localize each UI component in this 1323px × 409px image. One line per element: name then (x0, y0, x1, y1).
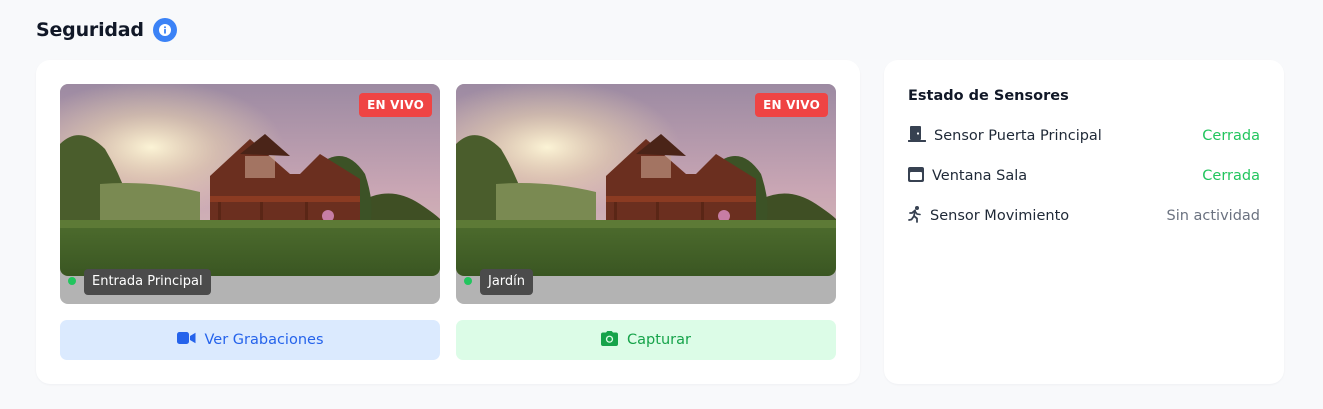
sensor-item-motion: Sensor Movimiento Sin actividad (908, 205, 1260, 227)
sensor-name: Sensor Movimiento (930, 208, 1070, 224)
capture-button[interactable]: Capturar (456, 320, 836, 360)
sensor-status: Cerrada (1202, 168, 1260, 184)
page-title: Seguridad (36, 19, 144, 41)
sensor-status: Sin actividad (1166, 208, 1260, 224)
camera-feed-entrada[interactable]: EN VIVO Entrada Principal (60, 84, 440, 304)
sensor-item-door: Sensor Puerta Principal Cerrada (908, 126, 1260, 146)
sensor-name: Ventana Sala (932, 168, 1028, 184)
camera-icon (601, 330, 619, 350)
live-badge: EN VIVO (755, 93, 828, 117)
camera-name: Entrada Principal (84, 269, 211, 295)
info-icon[interactable] (152, 18, 177, 42)
camera-label-row: Entrada Principal (68, 269, 211, 295)
sensor-name: Sensor Puerta Principal (934, 128, 1102, 144)
sensor-item-window: Ventana Sala Cerrada (908, 166, 1260, 186)
door-icon (908, 126, 926, 146)
view-recordings-label: Ver Grabaciones (204, 332, 324, 348)
capture-label: Capturar (627, 332, 691, 348)
camera-feed-jardin[interactable]: EN VIVO Jardín (456, 84, 836, 304)
sensor-status-panel: Estado de Sensores Sensor Puerta Princip… (884, 60, 1284, 384)
camera-label-row: Jardín (464, 269, 534, 295)
live-badge: EN VIVO (359, 93, 432, 117)
camera-name: Jardín (480, 269, 534, 295)
window-icon (908, 166, 924, 186)
online-status-dot (464, 277, 472, 285)
sensor-panel-title: Estado de Sensores (908, 88, 1069, 104)
sensor-status: Cerrada (1202, 128, 1260, 144)
video-camera-icon (176, 331, 196, 349)
section-header: Seguridad (36, 18, 177, 42)
running-person-icon (908, 205, 922, 227)
view-recordings-button[interactable]: Ver Grabaciones (60, 320, 440, 360)
camera-panel: EN VIVO Entrada Principal EN VIVO Jardín… (36, 60, 860, 384)
online-status-dot (68, 277, 76, 285)
security-page: Seguridad EN VIVO Entrada Principal EN V… (0, 0, 1323, 409)
